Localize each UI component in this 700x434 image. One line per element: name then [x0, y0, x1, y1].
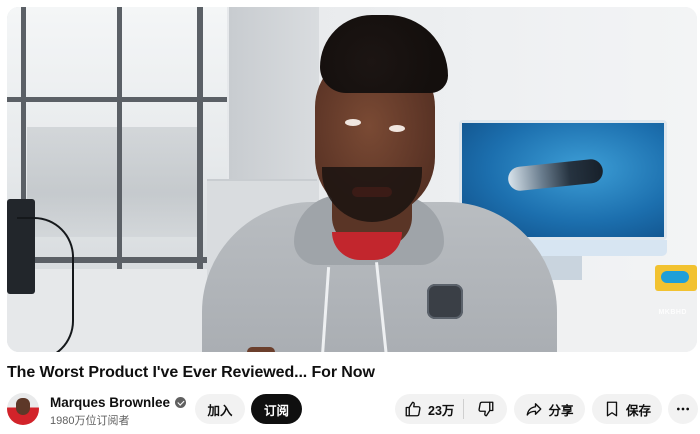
ai-pin-device [427, 284, 463, 319]
video-player[interactable]: MKBHD [7, 7, 697, 352]
like-count: 23万 [428, 403, 455, 418]
like-button[interactable]: 23万 [395, 394, 463, 424]
watch-page: MKBHD The Worst Product I've Ever Review… [0, 0, 700, 434]
like-dislike-group: 23万 [395, 394, 507, 424]
verified-check-icon [175, 397, 187, 408]
more-actions-button[interactable] [668, 394, 698, 424]
dislike-button[interactable] [464, 394, 507, 424]
share-label: 分享 [548, 403, 574, 418]
video-presenter [202, 7, 562, 352]
channel-name[interactable]: Marques Brownlee [50, 395, 170, 410]
share-arrow-icon [525, 400, 543, 418]
video-title: The Worst Product I've Ever Reviewed... … [7, 364, 375, 381]
thumbs-down-icon [477, 400, 495, 418]
share-button[interactable]: 分享 [514, 394, 585, 424]
thumbs-up-icon [404, 400, 422, 418]
subscribe-button[interactable]: 订阅 [251, 394, 302, 424]
subscriber-count: 1980万位订阅者 [50, 415, 130, 427]
bookmark-icon [603, 400, 621, 418]
save-label: 保存 [625, 403, 651, 418]
channel-avatar[interactable] [7, 393, 39, 425]
video-watermark: MKBHD [658, 309, 687, 316]
more-horizontal-icon [675, 401, 691, 417]
save-button[interactable]: 保存 [592, 394, 662, 424]
join-button[interactable]: 加入 [195, 394, 245, 424]
channel-name-row[interactable]: Marques Brownlee [50, 395, 187, 410]
